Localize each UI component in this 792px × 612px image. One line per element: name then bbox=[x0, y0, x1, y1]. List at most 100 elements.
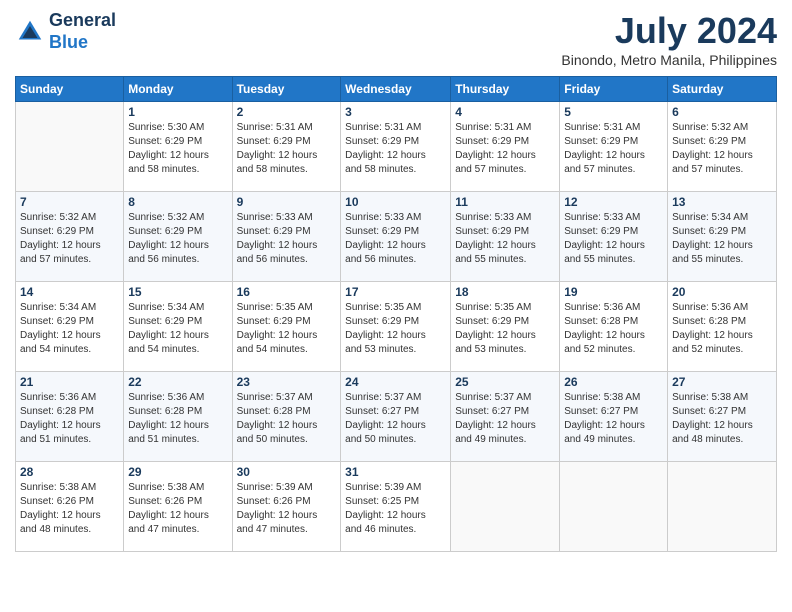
day-number: 24 bbox=[345, 375, 446, 389]
calendar-cell: 27Sunrise: 5:38 AM Sunset: 6:27 PM Dayli… bbox=[668, 372, 777, 462]
calendar-cell: 21Sunrise: 5:36 AM Sunset: 6:28 PM Dayli… bbox=[16, 372, 124, 462]
title-block: July 2024 Binondo, Metro Manila, Philipp… bbox=[561, 10, 777, 68]
day-number: 26 bbox=[564, 375, 663, 389]
day-number: 7 bbox=[20, 195, 119, 209]
calendar-week-row: 14 Sunrise: 5:34 AM Sunset: 6:29 PM Dayli… bbox=[16, 282, 777, 372]
month-title: July 2024 bbox=[561, 10, 777, 52]
calendar-week-row: 1 Sunrise: 5:30 AM Sunset: 6:29 PM Daylig… bbox=[16, 102, 777, 192]
calendar-cell: 11 Sunrise: 5:33 AM Sunset: 6:29 PM Dayli… bbox=[451, 192, 560, 282]
logo-text-blue: Blue bbox=[49, 32, 116, 54]
calendar-cell: 12Sunrise: 5:33 AM Sunset: 6:29 PM Dayli… bbox=[560, 192, 668, 282]
calendar-cell: 4 Sunrise: 5:31 AM Sunset: 6:29 PM Daylig… bbox=[451, 102, 560, 192]
calendar-cell: 30 Sunrise: 5:39 AM Sunset: 6:26 PM Dayli… bbox=[232, 462, 341, 552]
calendar-cell: 24 Sunrise: 5:37 AM Sunset: 6:27 PM Dayli… bbox=[341, 372, 451, 462]
header-day-monday: Monday bbox=[124, 77, 232, 102]
day-info: Sunrise: 5:38 AM Sunset: 6:26 PM Dayligh… bbox=[128, 481, 227, 537]
logo-icon bbox=[15, 17, 45, 47]
day-info: Sunrise: 5:32 AM Sunset: 6:29 PM Dayligh… bbox=[672, 121, 772, 177]
calendar-cell: 7 Sunrise: 5:32 AM Sunset: 6:29 PM Daylig… bbox=[16, 192, 124, 282]
calendar-cell: 22 Sunrise: 5:36 AM Sunset: 6:28 PM Dayli… bbox=[124, 372, 232, 462]
day-info: Sunrise: 5:37 AM Sunset: 6:27 PM Dayligh… bbox=[345, 391, 446, 447]
day-number: 6 bbox=[672, 105, 772, 119]
day-number: 4 bbox=[455, 105, 555, 119]
day-number: 31 bbox=[345, 465, 446, 479]
day-info: Sunrise: 5:30 AM Sunset: 6:29 PM Dayligh… bbox=[128, 121, 227, 177]
day-info: Sunrise: 5:37 AM Sunset: 6:28 PM Dayligh… bbox=[237, 391, 337, 447]
day-info: Sunrise: 5:38 AM Sunset: 6:27 PM Dayligh… bbox=[564, 391, 663, 447]
day-number: 11 bbox=[455, 195, 555, 209]
calendar-cell: 29 Sunrise: 5:38 AM Sunset: 6:26 PM Dayli… bbox=[124, 462, 232, 552]
day-number: 19 bbox=[564, 285, 663, 299]
day-number: 5 bbox=[564, 105, 663, 119]
day-info: Sunrise: 5:33 AM Sunset: 6:29 PM Dayligh… bbox=[455, 211, 555, 267]
day-number: 28 bbox=[20, 465, 119, 479]
calendar-header-row: SundayMondayTuesdayWednesdayThursdayFrid… bbox=[16, 77, 777, 102]
day-number: 13 bbox=[672, 195, 772, 209]
day-info: Sunrise: 5:32 AM Sunset: 6:29 PM Dayligh… bbox=[20, 211, 119, 267]
day-info: Sunrise: 5:31 AM Sunset: 6:29 PM Dayligh… bbox=[564, 121, 663, 177]
day-info: Sunrise: 5:34 AM Sunset: 6:29 PM Dayligh… bbox=[20, 301, 119, 357]
header-day-tuesday: Tuesday bbox=[232, 77, 341, 102]
day-info: Sunrise: 5:31 AM Sunset: 6:29 PM Dayligh… bbox=[237, 121, 337, 177]
day-info: Sunrise: 5:31 AM Sunset: 6:29 PM Dayligh… bbox=[455, 121, 555, 177]
day-info: Sunrise: 5:33 AM Sunset: 6:29 PM Dayligh… bbox=[345, 211, 446, 267]
logo: General Blue bbox=[15, 10, 116, 53]
day-info: Sunrise: 5:33 AM Sunset: 6:29 PM Dayligh… bbox=[237, 211, 337, 267]
day-info: Sunrise: 5:39 AM Sunset: 6:26 PM Dayligh… bbox=[237, 481, 337, 537]
day-info: Sunrise: 5:38 AM Sunset: 6:27 PM Dayligh… bbox=[672, 391, 772, 447]
calendar-cell: 2 Sunrise: 5:31 AM Sunset: 6:29 PM Daylig… bbox=[232, 102, 341, 192]
calendar-cell bbox=[560, 462, 668, 552]
day-info: Sunrise: 5:36 AM Sunset: 6:28 PM Dayligh… bbox=[672, 301, 772, 357]
calendar-cell: 23Sunrise: 5:37 AM Sunset: 6:28 PM Dayli… bbox=[232, 372, 341, 462]
day-number: 25 bbox=[455, 375, 555, 389]
header-day-saturday: Saturday bbox=[668, 77, 777, 102]
location-title: Binondo, Metro Manila, Philippines bbox=[561, 52, 777, 68]
day-number: 17 bbox=[345, 285, 446, 299]
header-day-thursday: Thursday bbox=[451, 77, 560, 102]
day-number: 18 bbox=[455, 285, 555, 299]
calendar-cell: 15 Sunrise: 5:34 AM Sunset: 6:29 PM Dayli… bbox=[124, 282, 232, 372]
calendar-week-row: 21Sunrise: 5:36 AM Sunset: 6:28 PM Dayli… bbox=[16, 372, 777, 462]
day-info: Sunrise: 5:34 AM Sunset: 6:29 PM Dayligh… bbox=[128, 301, 227, 357]
day-number: 3 bbox=[345, 105, 446, 119]
day-info: Sunrise: 5:36 AM Sunset: 6:28 PM Dayligh… bbox=[128, 391, 227, 447]
day-number: 16 bbox=[237, 285, 337, 299]
header-day-wednesday: Wednesday bbox=[341, 77, 451, 102]
day-info: Sunrise: 5:38 AM Sunset: 6:26 PM Dayligh… bbox=[20, 481, 119, 537]
calendar-cell bbox=[16, 102, 124, 192]
day-info: Sunrise: 5:36 AM Sunset: 6:28 PM Dayligh… bbox=[20, 391, 119, 447]
calendar-cell: 16 Sunrise: 5:35 AM Sunset: 6:29 PM Dayli… bbox=[232, 282, 341, 372]
calendar-cell: 1 Sunrise: 5:30 AM Sunset: 6:29 PM Daylig… bbox=[124, 102, 232, 192]
day-number: 15 bbox=[128, 285, 227, 299]
calendar-cell: 25 Sunrise: 5:37 AM Sunset: 6:27 PM Dayli… bbox=[451, 372, 560, 462]
header-day-friday: Friday bbox=[560, 77, 668, 102]
day-info: Sunrise: 5:32 AM Sunset: 6:29 PM Dayligh… bbox=[128, 211, 227, 267]
logo-text-general: General bbox=[49, 10, 116, 32]
day-info: Sunrise: 5:35 AM Sunset: 6:29 PM Dayligh… bbox=[237, 301, 337, 357]
calendar-cell bbox=[451, 462, 560, 552]
day-info: Sunrise: 5:34 AM Sunset: 6:29 PM Dayligh… bbox=[672, 211, 772, 267]
day-info: Sunrise: 5:36 AM Sunset: 6:28 PM Dayligh… bbox=[564, 301, 663, 357]
day-info: Sunrise: 5:37 AM Sunset: 6:27 PM Dayligh… bbox=[455, 391, 555, 447]
page-header: General Blue July 2024 Binondo, Metro Ma… bbox=[15, 10, 777, 68]
day-number: 9 bbox=[237, 195, 337, 209]
day-number: 1 bbox=[128, 105, 227, 119]
calendar-cell: 3 Sunrise: 5:31 AM Sunset: 6:29 PM Daylig… bbox=[341, 102, 451, 192]
calendar-cell bbox=[668, 462, 777, 552]
header-day-sunday: Sunday bbox=[16, 77, 124, 102]
calendar-cell: 18 Sunrise: 5:35 AM Sunset: 6:29 PM Dayli… bbox=[451, 282, 560, 372]
calendar-cell: 6 Sunrise: 5:32 AM Sunset: 6:29 PM Daylig… bbox=[668, 102, 777, 192]
calendar-table: SundayMondayTuesdayWednesdayThursdayFrid… bbox=[15, 76, 777, 552]
day-number: 29 bbox=[128, 465, 227, 479]
day-number: 2 bbox=[237, 105, 337, 119]
day-info: Sunrise: 5:31 AM Sunset: 6:29 PM Dayligh… bbox=[345, 121, 446, 177]
day-number: 30 bbox=[237, 465, 337, 479]
day-number: 14 bbox=[20, 285, 119, 299]
calendar-cell: 31Sunrise: 5:39 AM Sunset: 6:25 PM Dayli… bbox=[341, 462, 451, 552]
day-info: Sunrise: 5:35 AM Sunset: 6:29 PM Dayligh… bbox=[455, 301, 555, 357]
calendar-cell: 5 Sunrise: 5:31 AM Sunset: 6:29 PM Daylig… bbox=[560, 102, 668, 192]
calendar-week-row: 7 Sunrise: 5:32 AM Sunset: 6:29 PM Daylig… bbox=[16, 192, 777, 282]
day-number: 8 bbox=[128, 195, 227, 209]
calendar-cell: 10Sunrise: 5:33 AM Sunset: 6:29 PM Dayli… bbox=[341, 192, 451, 282]
day-number: 22 bbox=[128, 375, 227, 389]
